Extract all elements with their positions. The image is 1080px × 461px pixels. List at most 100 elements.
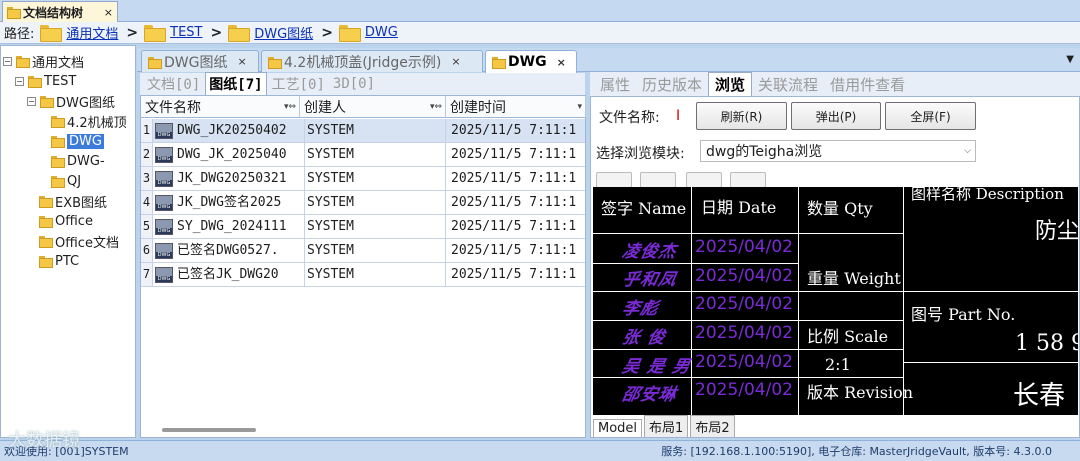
breadcrumb-link[interactable]: DWG图纸 [254, 23, 313, 42]
filter-icon[interactable]: ▾⇔ [284, 102, 296, 112]
status-server-info: 服务: [192.168.1.100:5190], 电子仓库: MasterJr… [661, 445, 1052, 458]
toolbar-button[interactable] [596, 172, 632, 188]
folder-icon [39, 236, 53, 248]
table-row[interactable]: 3 JK_DWG20250321 SYSTEM2025/11/5 7:11:1 [141, 167, 585, 191]
table-row[interactable]: 1 DWG_JK20250402 SYSTEM2025/11/5 7:11:1 [141, 119, 585, 143]
fullscreen-button[interactable]: 全屏(F) [885, 102, 976, 130]
tab-properties[interactable]: 属性 [594, 73, 636, 96]
cad-line [593, 233, 903, 234]
tab-dwg[interactable]: DWG × [485, 50, 577, 73]
column-header-filename[interactable]: 文件名称 ▾⇔ [141, 96, 300, 118]
tab-related-flow[interactable]: 关联流程 [752, 73, 824, 96]
dwg-file-icon [155, 123, 173, 139]
tree-node-exb[interactable]: EXB图纸 [39, 192, 108, 211]
close-icon[interactable]: × [237, 55, 246, 68]
table-row[interactable]: 2 DWG_JK_2025040 SYSTEM2025/11/5 7:11:1 [141, 143, 585, 167]
breadcrumb-item[interactable]: DWG [338, 25, 398, 42]
tab-model[interactable]: Model [593, 419, 643, 437]
refresh-button[interactable]: 刷新(R) [696, 102, 787, 130]
tree-node-mech-top[interactable]: 4.2机械顶 [51, 112, 127, 131]
doc-structure-tab[interactable]: 文档结构树 × [2, 1, 118, 22]
cad-line [593, 291, 903, 292]
tree-node-label: EXB图纸 [55, 195, 108, 211]
status-bar: 欢迎使用: [001]SYSTEM 服务: [192.168.1.100:519… [0, 440, 1080, 461]
tree-node-office[interactable]: Office [39, 212, 93, 230]
close-icon[interactable]: × [104, 6, 113, 19]
document-tab-bar: 文档结构树 × [0, 0, 1080, 22]
tree-node-dwg-dash[interactable]: DWG- [51, 152, 105, 170]
cad-line [691, 187, 692, 415]
select-value: dwg的Teigha浏览 [706, 144, 823, 160]
tree-node-test[interactable]: − TEST [15, 72, 76, 90]
breadcrumb-item[interactable]: 通用文档 [40, 23, 118, 42]
tree-node-label: DWG [67, 133, 104, 149]
cad-line [903, 291, 1078, 292]
layout-tab-bar: Model 布局1 布局2 [593, 415, 1078, 437]
breadcrumb-item[interactable]: DWG图纸 [228, 23, 313, 42]
toolbar-button[interactable] [686, 172, 722, 188]
dwg-file-icon [155, 219, 173, 235]
tab-dwg-drawings[interactable]: DWG图纸 × [141, 50, 259, 72]
close-icon[interactable]: × [557, 56, 566, 69]
popup-button[interactable]: 弹出(P) [791, 102, 881, 130]
tree-node-general-docs[interactable]: − 通用文档 [3, 52, 84, 71]
collapse-icon[interactable]: − [3, 56, 12, 66]
filter-icon[interactable]: ▾⇔ [430, 102, 442, 112]
table-row[interactable]: 4 JK_DWG签名2025 SYSTEM2025/11/5 7:11:1 [141, 191, 585, 215]
cell-filename: JK_DWG20250321 [177, 171, 287, 186]
tree-node-office-docs[interactable]: Office文档 [39, 232, 119, 251]
tab-process[interactable]: 工艺[0] [269, 73, 328, 95]
tab-borrowed-parts[interactable]: 借用件查看 [824, 73, 911, 96]
cell-creator: SYSTEM [304, 239, 444, 262]
cell-creator: SYSTEM [304, 263, 444, 286]
close-icon[interactable]: × [451, 55, 460, 68]
cad-line [903, 362, 1078, 363]
tab-mech-top-cover[interactable]: 4.2机械顶盖(Jridge示例) × [261, 50, 483, 72]
tree-node-label: DWG图纸 [56, 95, 115, 111]
tab-history[interactable]: 历史版本 [636, 73, 708, 96]
collapse-icon[interactable]: − [27, 96, 36, 106]
filter-icon[interactable]: ▾ [577, 102, 582, 112]
tree-node-dwg[interactable]: DWG [51, 132, 104, 150]
tab-drawings[interactable]: 图纸[7] [205, 72, 267, 96]
tree-node-label: QJ [67, 173, 82, 189]
folder-icon [28, 76, 42, 88]
tab-documents[interactable]: 文档[0] [144, 73, 203, 95]
tab-layout-1[interactable]: 布局1 [644, 415, 689, 437]
filename-field[interactable]: I [676, 104, 684, 128]
table-row[interactable]: 5 SY_DWG_2024111 SYSTEM2025/11/5 7:11:1 [141, 215, 585, 239]
tab-3d[interactable]: 3D[0] [330, 75, 378, 93]
browse-module-select[interactable]: dwg的Teigha浏览 ⌵ [700, 140, 976, 162]
folder-icon [40, 25, 63, 42]
tree-node-ptc[interactable]: PTC [39, 252, 79, 270]
table-row[interactable]: 7 已签名JK_DWG20 SYSTEM2025/11/5 7:11:1 [141, 263, 585, 287]
chevron-right-icon: > [210, 24, 223, 41]
row-number: 4 [141, 191, 153, 214]
tree-node-qj[interactable]: QJ [51, 172, 81, 190]
horizontal-scrollbar[interactable] [162, 428, 256, 432]
table-row[interactable]: 6 已签名DWG0527. SYSTEM2025/11/5 7:11:1 [141, 239, 585, 263]
column-header-created-time[interactable]: 创建时间 ▾ [446, 96, 586, 118]
viewer-toolbar [596, 172, 772, 188]
cell-creator: SYSTEM [304, 191, 444, 214]
tree-node-label: TEST [44, 73, 77, 89]
breadcrumb-link[interactable]: TEST [170, 25, 202, 40]
tab-list-dropdown-icon[interactable]: ▼ [1066, 54, 1074, 65]
column-header-creator[interactable]: 创建人 ▾⇔ [300, 96, 446, 118]
collapse-icon[interactable]: − [15, 76, 24, 86]
toolbar-button[interactable] [730, 172, 766, 188]
tree-node-dwg-drawings[interactable]: − DWG图纸 [27, 92, 115, 111]
tab-layout-2[interactable]: 布局2 [690, 415, 735, 437]
folder-icon [51, 116, 65, 128]
cell-time: 2025/11/5 7:11:1 [445, 239, 585, 262]
cad-viewer[interactable]: 签字 Name 日期 Date 数量 Qty 图样名称 Description … [593, 187, 1078, 415]
breadcrumb-item[interactable]: TEST [144, 25, 203, 42]
toolbar-button[interactable] [640, 172, 676, 188]
breadcrumb-link[interactable]: DWG [365, 25, 398, 40]
breadcrumb-link[interactable]: 通用文档 [66, 23, 118, 42]
tab-browse[interactable]: 浏览 [708, 71, 753, 97]
cad-header-date: 日期 Date [701, 198, 777, 217]
dwg-file-icon [155, 243, 173, 259]
tree-node-label: DWG- [67, 153, 105, 169]
cell-creator: SYSTEM [304, 167, 444, 190]
